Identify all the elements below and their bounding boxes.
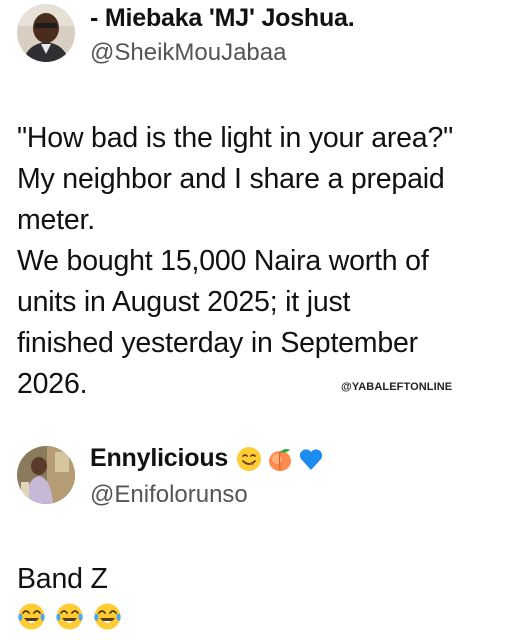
watermark: @YABALEFTONLINE: [341, 381, 453, 393]
avatar[interactable]: [17, 4, 75, 62]
tweet-line: Band Z: [17, 563, 108, 595]
tears-of-joy-icon: [94, 603, 121, 630]
tweet-body: Band Z: [17, 559, 108, 600]
author-name-row: - Miebaka 'MJ' Joshua.: [90, 4, 355, 33]
reply-emojis: [17, 602, 122, 631]
author-handle[interactable]: @Enifolorunso: [90, 481, 248, 509]
tweet-line: "How bad is the light in your area?": [17, 122, 454, 154]
tweet-line: units in August 2025; it just: [17, 286, 351, 318]
avatar[interactable]: [17, 446, 75, 504]
avatar-photo: [17, 4, 75, 62]
tweet-line: meter.: [17, 204, 95, 236]
tweet-body: "How bad is the light in your area?" My …: [17, 118, 453, 405]
tweet-line: My neighbor and I share a prepaid: [17, 163, 445, 195]
author-handle[interactable]: @SheikMouJabaa: [90, 39, 286, 67]
author-display-name[interactable]: - Miebaka 'MJ' Joshua.: [90, 4, 355, 33]
smiling-face-icon: [237, 446, 262, 471]
tweet-line: finished yesterday in September: [17, 327, 418, 359]
name-emojis: [236, 446, 324, 472]
author-display-name[interactable]: Ennylicious: [90, 444, 228, 473]
tweet-line: We bought 15,000 Naira worth of: [17, 245, 429, 277]
blue-heart-icon: [300, 448, 323, 470]
avatar-photo: [17, 446, 75, 504]
tears-of-joy-icon: [56, 603, 83, 630]
tears-of-joy-icon: [18, 603, 45, 630]
peach-icon: [269, 448, 292, 471]
author-name-row: Ennylicious: [90, 444, 324, 473]
